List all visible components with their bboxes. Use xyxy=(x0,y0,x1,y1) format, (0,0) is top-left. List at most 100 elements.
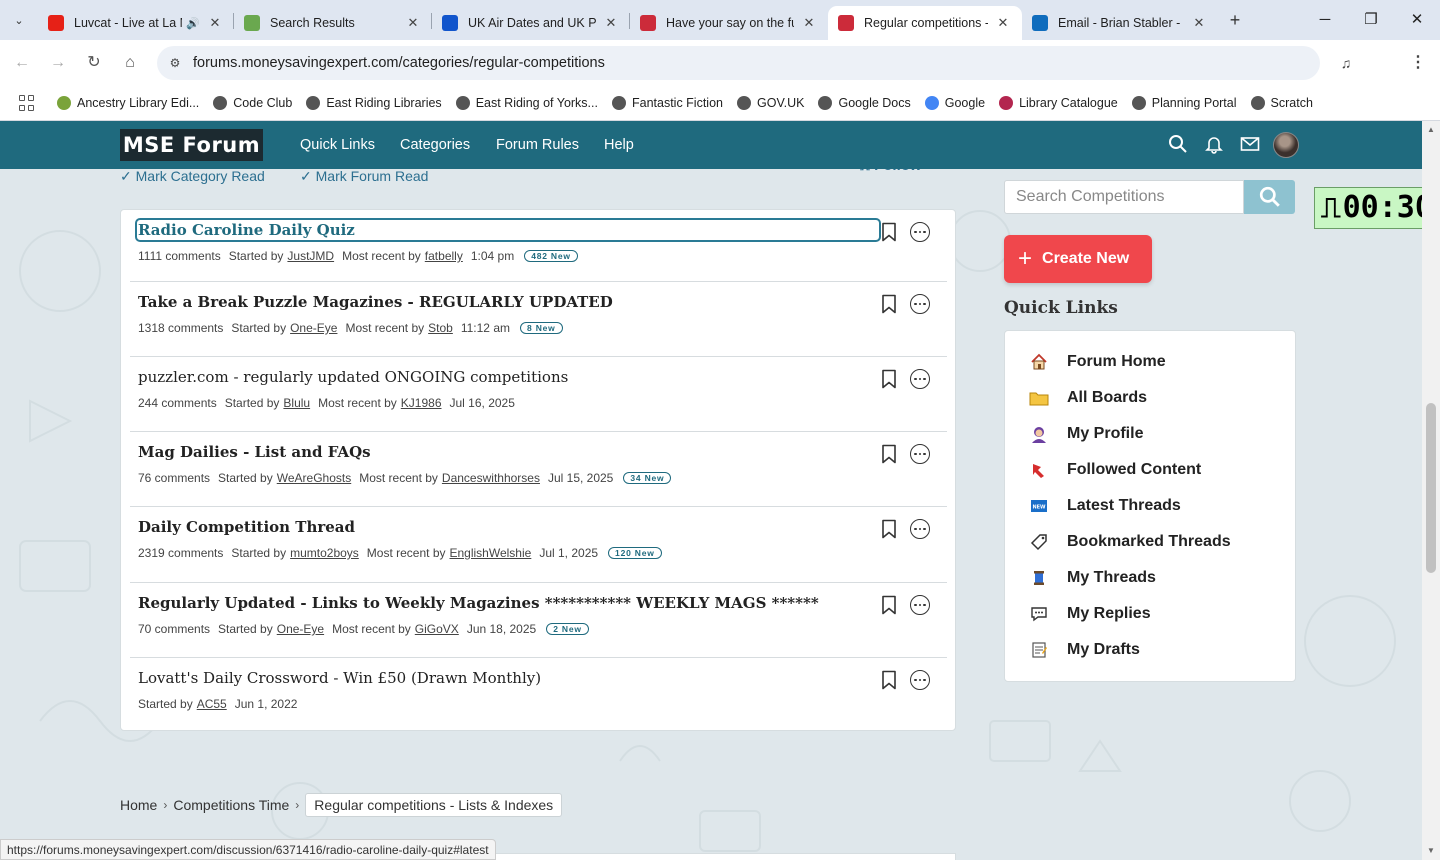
more-options-icon[interactable] xyxy=(910,670,930,690)
notifications-bell-icon[interactable] xyxy=(1203,134,1225,156)
thread-title-link[interactable]: Mag Dailies - List and FAQs xyxy=(138,443,371,461)
thread-title-link[interactable]: Daily Competition Thread xyxy=(138,518,355,536)
quick-link-all-boards[interactable]: All Boards xyxy=(1029,388,1147,408)
quick-link-latest-threads[interactable]: NEW Latest Threads xyxy=(1029,496,1181,516)
quick-link-followed-content[interactable]: Followed Content xyxy=(1029,460,1201,480)
forward-button[interactable]: → xyxy=(46,51,70,75)
reload-button[interactable]: ↻ xyxy=(82,51,106,75)
bookmark-item[interactable]: Library Catalogue xyxy=(999,96,1118,110)
thread-title-link[interactable]: puzzler.com - regularly updated ONGOING … xyxy=(138,368,568,386)
bookmark-icon[interactable] xyxy=(881,369,897,389)
minimize-button[interactable]: ─ xyxy=(1310,8,1340,32)
bookmark-icon[interactable] xyxy=(881,519,897,539)
tab-luvcat[interactable]: Luvcat - Live at La Maroquinerie 🔊 ✕ xyxy=(38,6,234,40)
nav-help[interactable]: Help xyxy=(604,137,634,153)
tab-close-icon[interactable]: ✕ xyxy=(404,15,422,31)
tab-close-icon[interactable]: ✕ xyxy=(602,15,620,31)
tab-email[interactable]: Email - Brian Stabler - Outlook ✕ xyxy=(1022,6,1218,40)
bookmark-icon[interactable] xyxy=(881,595,897,615)
bookmark-item[interactable]: East Riding Libraries xyxy=(306,96,442,110)
tab-search-results[interactable]: Search Results ✕ xyxy=(234,6,432,40)
quick-link-bookmarked-threads[interactable]: Bookmarked Threads xyxy=(1029,532,1231,552)
bookmark-icon[interactable] xyxy=(881,294,897,314)
tab-have-your-say[interactable]: Have your say on the future ✕ xyxy=(630,6,828,40)
bookmark-icon[interactable] xyxy=(881,670,897,690)
more-options-icon[interactable] xyxy=(910,222,930,242)
quick-link-my-replies[interactable]: My Replies xyxy=(1029,604,1151,624)
thread-title-link[interactable]: Take a Break Puzzle Magazines - REGULARL… xyxy=(138,293,613,311)
most-recent-user-link[interactable]: Danceswithhorses xyxy=(442,471,540,485)
quick-link-my-profile[interactable]: My Profile xyxy=(1029,424,1143,444)
bookmark-item[interactable]: Scratch xyxy=(1250,96,1313,110)
messages-envelope-icon[interactable] xyxy=(1239,134,1261,156)
new-count-badge[interactable]: 34 New xyxy=(623,472,672,484)
tab-close-icon[interactable]: ✕ xyxy=(206,15,224,31)
create-new-button[interactable]: + Create New xyxy=(1004,235,1152,283)
address-bar[interactable]: ⚙ forums.moneysavingexpert.com/categorie… xyxy=(157,46,1320,80)
quick-link-my-drafts[interactable]: My Drafts xyxy=(1029,640,1140,660)
started-by-user-link[interactable]: Blulu xyxy=(283,396,310,410)
most-recent-user-link[interactable]: fatbelly xyxy=(425,249,463,263)
nav-quick-links[interactable]: Quick Links xyxy=(300,137,375,153)
new-tab-button[interactable]: + xyxy=(1224,9,1246,31)
home-button[interactable]: ⌂ xyxy=(118,51,142,75)
tab-search-button[interactable]: ⌄ xyxy=(6,8,32,32)
site-info-icon[interactable]: ⚙ xyxy=(157,56,193,70)
started-by-user-link[interactable]: mumto2boys xyxy=(290,546,359,560)
nav-categories[interactable]: Categories xyxy=(400,137,470,153)
bookmark-icon[interactable] xyxy=(881,222,897,242)
bookmark-item[interactable]: Planning Portal xyxy=(1131,96,1237,110)
scroll-up-icon[interactable]: ▲ xyxy=(1426,125,1436,134)
bookmark-item[interactable]: Google Docs xyxy=(818,96,911,110)
thread-title-link[interactable]: Regularly Updated - Links to Weekly Maga… xyxy=(138,594,819,612)
tab-close-icon[interactable]: ✕ xyxy=(1190,15,1208,31)
page-scrollbar[interactable]: ▲ ▼ xyxy=(1422,121,1440,860)
started-by-user-link[interactable]: AC55 xyxy=(197,697,227,711)
address-url[interactable]: forums.moneysavingexpert.com/categories/… xyxy=(193,55,605,71)
breadcrumb-competitions-time[interactable]: Competitions Time xyxy=(173,797,289,813)
thread-title-link[interactable]: Radio Caroline Daily Quiz xyxy=(135,218,881,242)
most-recent-user-link[interactable]: EnglishWelshie xyxy=(450,546,532,560)
search-competitions-input[interactable]: Search Competitions xyxy=(1004,180,1244,214)
more-options-icon[interactable] xyxy=(910,595,930,615)
bookmark-item[interactable]: Code Club xyxy=(213,96,292,110)
started-by-user-link[interactable]: WeAreGhosts xyxy=(277,471,351,485)
bookmark-item[interactable]: GOV.UK xyxy=(737,96,804,110)
thread-title-link[interactable]: Lovatt's Daily Crossword - Win £50 (Draw… xyxy=(138,669,541,687)
search-competitions-button[interactable] xyxy=(1244,180,1295,214)
tab-close-icon[interactable]: ✕ xyxy=(994,15,1012,31)
quick-link-my-threads[interactable]: My Threads xyxy=(1029,568,1156,588)
bookmark-item[interactable]: Fantastic Fiction xyxy=(611,96,723,110)
new-count-badge[interactable]: 2 New xyxy=(546,623,589,635)
more-options-icon[interactable] xyxy=(910,369,930,389)
scroll-down-icon[interactable]: ▼ xyxy=(1426,846,1436,855)
most-recent-user-link[interactable]: Stob xyxy=(428,321,453,335)
tab-regular-competitions[interactable]: Regular competitions - Lists & Indexes ✕ xyxy=(828,6,1022,40)
new-count-badge[interactable]: 482 New xyxy=(524,250,578,262)
more-options-icon[interactable] xyxy=(910,519,930,539)
new-count-badge[interactable]: 120 New xyxy=(608,547,662,559)
mark-category-read-link[interactable]: ✓ Mark Category Read xyxy=(120,168,265,185)
media-controls-icon[interactable]: ♫ xyxy=(1334,51,1358,75)
apps-grid-icon[interactable] xyxy=(19,95,35,111)
bookmark-item[interactable]: Google xyxy=(924,96,985,110)
started-by-user-link[interactable]: One-Eye xyxy=(290,321,337,335)
back-button[interactable]: ← xyxy=(10,51,34,75)
tab-audio-icon[interactable]: 🔊 xyxy=(186,17,200,30)
new-count-badge[interactable]: 8 New xyxy=(520,322,563,334)
quick-link-forum-home[interactable]: Forum Home xyxy=(1029,352,1166,372)
most-recent-user-link[interactable]: KJ1986 xyxy=(401,396,442,410)
scrollbar-thumb[interactable] xyxy=(1426,403,1436,573)
breadcrumb-home[interactable]: Home xyxy=(120,797,157,813)
restore-button[interactable]: ❐ xyxy=(1356,8,1386,32)
user-avatar[interactable] xyxy=(1273,132,1299,158)
mark-forum-read-link[interactable]: ✓ Mark Forum Read xyxy=(300,168,428,185)
mse-forum-logo[interactable]: MSE Forum xyxy=(120,129,263,161)
more-options-icon[interactable] xyxy=(910,444,930,464)
started-by-user-link[interactable]: One-Eye xyxy=(277,622,324,636)
bookmark-item[interactable]: Ancestry Library Edi... xyxy=(57,96,199,110)
tab-close-icon[interactable]: ✕ xyxy=(800,15,818,31)
started-by-user-link[interactable]: JustJMD xyxy=(287,249,334,263)
close-window-button[interactable]: ✕ xyxy=(1402,8,1432,32)
bookmark-item[interactable]: East Riding of Yorks... xyxy=(455,96,598,110)
